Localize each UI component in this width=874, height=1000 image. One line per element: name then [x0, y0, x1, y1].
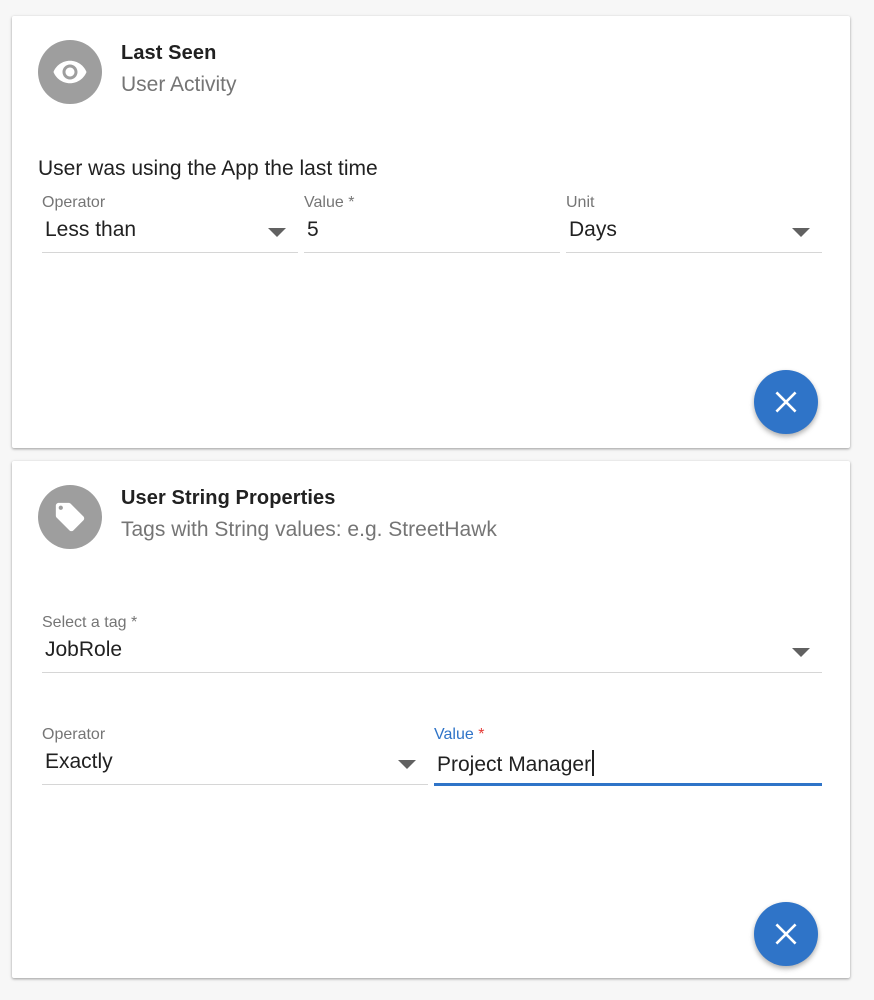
field-underline: [42, 252, 298, 253]
dropdown-arrow-icon: [268, 228, 286, 237]
value-label: Value *: [304, 194, 355, 211]
user-string-properties-card: User String Properties Tags with String …: [12, 461, 850, 978]
card-avatar: [38, 40, 102, 104]
operator-select[interactable]: Operator Less than: [42, 194, 298, 258]
value-text: 5: [307, 218, 319, 241]
field-underline: [42, 784, 428, 785]
close-icon: [775, 391, 797, 413]
field-underline: [566, 252, 822, 253]
value-input[interactable]: Value * 5: [304, 194, 560, 258]
operator-select[interactable]: Operator Exactly: [42, 726, 428, 790]
remove-filter-button[interactable]: [754, 902, 818, 966]
tag-value: JobRole: [45, 638, 123, 661]
value-text: Project Manager: [437, 750, 595, 777]
field-underline: [42, 672, 822, 673]
last-seen-card: Last Seen User Activity User was using t…: [12, 16, 850, 448]
operator-value: Less than: [45, 218, 137, 241]
close-icon: [775, 923, 797, 945]
field-underline-focused: [434, 783, 822, 786]
card-title: User String Properties: [121, 487, 336, 509]
dropdown-arrow-icon: [398, 760, 416, 769]
tag-label: Select a tag *: [42, 614, 138, 631]
value-label: Value *: [434, 726, 485, 743]
tag-select[interactable]: Select a tag * JobRole: [42, 614, 822, 678]
tag-icon: [55, 502, 85, 532]
card-avatar: [38, 485, 102, 549]
field-underline: [304, 252, 560, 253]
text-cursor: [592, 750, 595, 776]
card-title: Last Seen: [121, 42, 217, 64]
eye-icon: [53, 60, 87, 84]
unit-label: Unit: [566, 194, 595, 211]
dropdown-arrow-icon: [792, 228, 810, 237]
unit-select[interactable]: Unit Days: [566, 194, 822, 258]
operator-value: Exactly: [45, 750, 113, 773]
dropdown-arrow-icon: [792, 648, 810, 657]
remove-filter-button[interactable]: [754, 370, 818, 434]
card-description: User was using the App the last time: [38, 157, 378, 180]
unit-value: Days: [569, 218, 617, 241]
card-subtitle: User Activity: [121, 73, 237, 96]
value-input[interactable]: Value * Project Manager: [434, 726, 822, 790]
operator-label: Operator: [42, 194, 106, 211]
card-subtitle: Tags with String values: e.g. StreetHawk: [121, 518, 497, 541]
operator-label: Operator: [42, 726, 106, 743]
